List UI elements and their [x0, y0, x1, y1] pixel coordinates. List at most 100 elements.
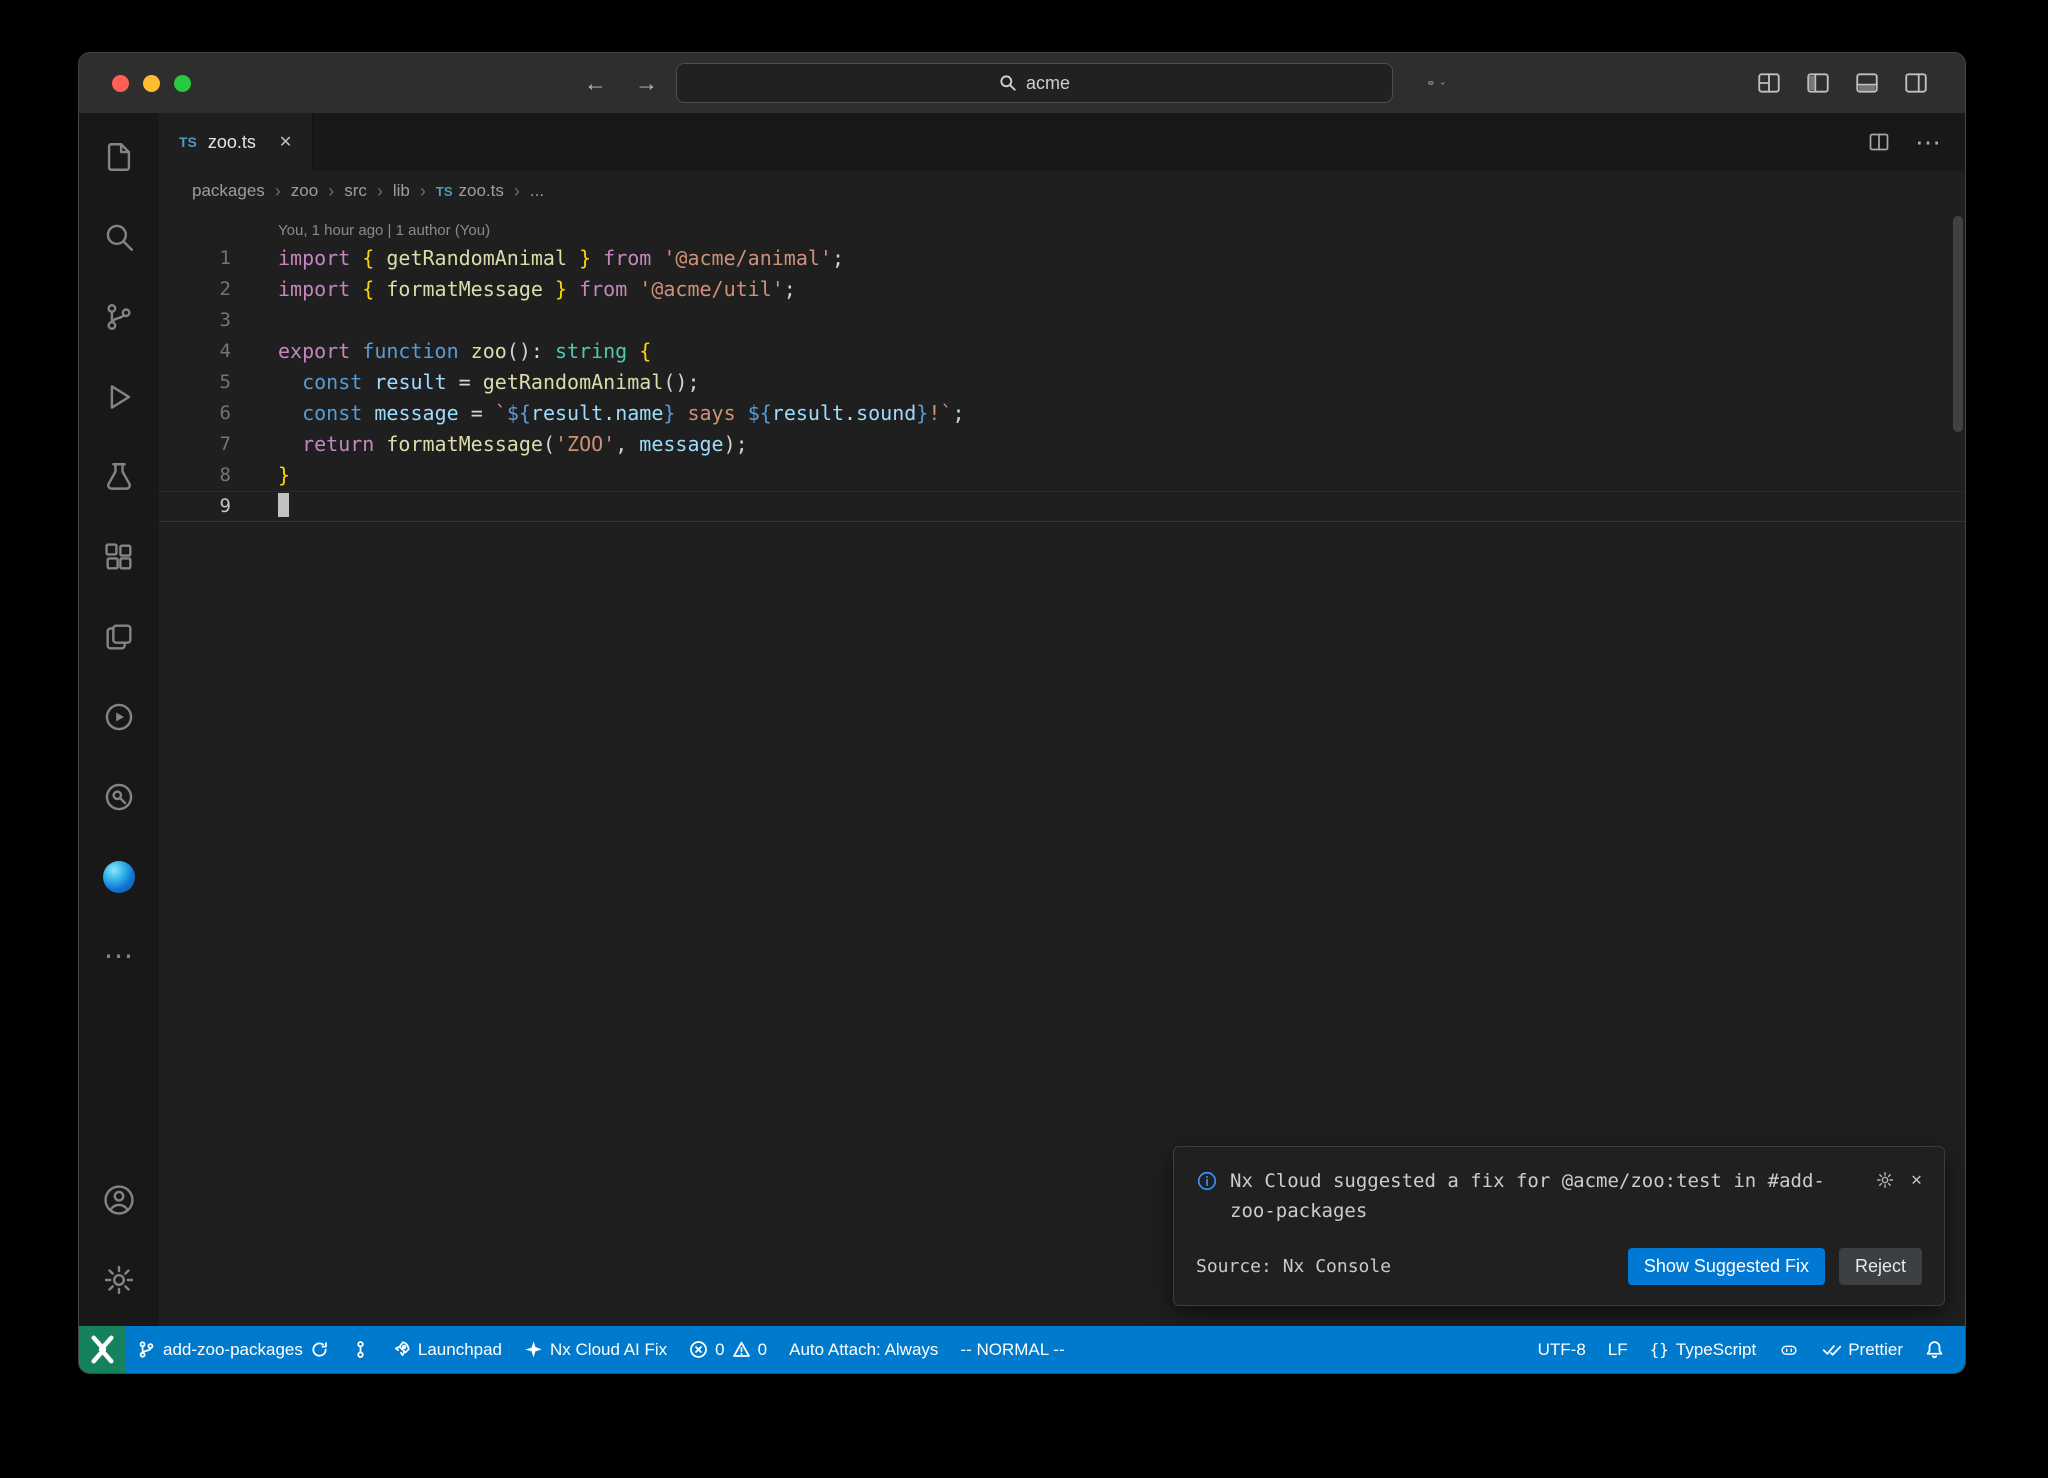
check-all-icon: [1822, 1340, 1841, 1359]
code-line[interactable]: 9: [159, 491, 1965, 522]
search-icon: [999, 74, 1017, 92]
reject-button[interactable]: Reject: [1839, 1248, 1922, 1285]
problems-item[interactable]: 0 0: [678, 1326, 778, 1373]
braces-icon: {}: [1650, 1340, 1669, 1359]
toggle-secondary-sidebar-icon[interactable]: [1903, 70, 1929, 96]
breadcrumb-item[interactable]: ...: [530, 181, 544, 201]
code-line[interactable]: 1import { getRandomAnimal } from '@acme/…: [159, 243, 1965, 274]
notification-close-icon[interactable]: ✕: [1911, 1169, 1922, 1190]
git-branch-item[interactable]: add-zoo-packages: [126, 1326, 340, 1373]
code-line[interactable]: 4export function zoo(): string {: [159, 336, 1965, 367]
code-line[interactable]: 2import { formatMessage } from '@acme/ut…: [159, 274, 1965, 305]
settings-gear-icon[interactable]: [79, 1240, 159, 1320]
source-control-graph-item[interactable]: [340, 1326, 381, 1373]
edge-browser-icon[interactable]: [79, 837, 159, 917]
vscode-window: ← → acme: [78, 52, 1966, 1374]
nx-cloud-fix-item[interactable]: Nx Cloud AI Fix: [513, 1326, 678, 1373]
code-line[interactable]: 5 const result = getRandomAnimal();: [159, 367, 1965, 398]
remote-indicator[interactable]: [79, 1326, 126, 1373]
commit-graph-icon: [351, 1340, 370, 1359]
bell-icon: [1925, 1340, 1944, 1359]
vim-mode-item[interactable]: -- NORMAL --: [949, 1326, 1075, 1373]
line-number: 1: [159, 243, 231, 274]
copilot-menu[interactable]: [1427, 53, 1445, 113]
show-suggested-fix-button[interactable]: Show Suggested Fix: [1628, 1248, 1825, 1285]
ai-sparkle-icon: [524, 1340, 543, 1359]
line-number: 2: [159, 274, 231, 305]
launchpad-label: Launchpad: [418, 1340, 502, 1360]
explorer-icon[interactable]: [79, 117, 159, 197]
warning-icon: [732, 1340, 751, 1359]
zoom-window-button[interactable]: [174, 75, 191, 92]
auto-attach-label: Auto Attach: Always: [789, 1340, 938, 1360]
line-number: 6: [159, 398, 231, 429]
traffic-lights: [112, 75, 191, 92]
customize-layout-icon[interactable]: [1756, 70, 1782, 96]
extensions-icon[interactable]: [79, 517, 159, 597]
gitlens-blame-text[interactable]: You, 1 hour ago | 1 author (You): [278, 222, 490, 239]
copilot-icon: [1778, 1339, 1800, 1361]
breadcrumb: packages›zoo›src›lib›TSzoo.ts›...: [159, 171, 1965, 211]
search-icon[interactable]: [79, 197, 159, 277]
code-line[interactable]: 3: [159, 305, 1965, 336]
tab-label: zoo.ts: [208, 132, 256, 153]
testing-icon[interactable]: [79, 437, 159, 517]
text-cursor: [278, 493, 289, 517]
search-value: acme: [1026, 73, 1070, 94]
auto-attach-item[interactable]: Auto Attach: Always: [778, 1326, 949, 1373]
source-control-icon[interactable]: [79, 277, 159, 357]
launchpad-item[interactable]: Launchpad: [381, 1326, 513, 1373]
gitlens-blame-row[interactable]: 0 You, 1 hour ago | 1 author (You): [159, 217, 1965, 243]
eol-label: LF: [1608, 1340, 1628, 1360]
breadcrumb-item[interactable]: packages: [192, 181, 265, 201]
command-center-search[interactable]: acme: [676, 63, 1393, 103]
back-icon[interactable]: ←: [584, 70, 607, 97]
chevron-right-icon: ›: [328, 181, 334, 202]
more-views-icon[interactable]: ⋯: [79, 917, 159, 997]
remote-explorer-icon[interactable]: [79, 597, 159, 677]
toggle-panel-icon[interactable]: [1854, 70, 1880, 96]
line-number: 9: [159, 491, 231, 522]
tab-zoo-ts[interactable]: TS zoo.ts ✕: [159, 113, 313, 171]
notifications-bell-item[interactable]: [1914, 1326, 1955, 1373]
line-number: 8: [159, 460, 231, 491]
code-editor[interactable]: 0 You, 1 hour ago | 1 author (You) 1impo…: [159, 211, 1965, 1326]
error-icon: [689, 1340, 708, 1359]
copilot-icon: [1427, 79, 1435, 87]
notification-settings-gear-icon[interactable]: [1875, 1170, 1895, 1190]
breadcrumb-item[interactable]: src: [344, 181, 367, 201]
run-and-debug-icon[interactable]: [79, 357, 159, 437]
line-number: 7: [159, 429, 231, 460]
formatter-item[interactable]: Prettier: [1811, 1326, 1914, 1373]
branch-name: add-zoo-packages: [163, 1340, 303, 1360]
git-branch-icon: [137, 1340, 156, 1359]
notification-message: Nx Cloud suggested a fix for @acme/zoo:t…: [1230, 1167, 1863, 1226]
chevron-right-icon: ›: [377, 181, 383, 202]
editor-more-actions-icon[interactable]: ⋯: [1915, 137, 1941, 147]
editor-scrollbar[interactable]: [1953, 216, 1963, 432]
chevron-down-icon: [1440, 77, 1445, 90]
copilot-status-item[interactable]: [1767, 1326, 1811, 1373]
accounts-icon[interactable]: [79, 1160, 159, 1240]
forward-icon[interactable]: →: [635, 70, 658, 97]
code-line[interactable]: 7 return formatMessage('ZOO', message);: [159, 429, 1965, 460]
code-line[interactable]: 8}: [159, 460, 1965, 491]
breadcrumb-item[interactable]: lib: [393, 181, 410, 201]
toggle-sidebar-icon[interactable]: [1805, 70, 1831, 96]
close-window-button[interactable]: [112, 75, 129, 92]
close-tab-icon[interactable]: ✕: [279, 132, 292, 152]
breadcrumb-item[interactable]: TSzoo.ts: [436, 181, 504, 201]
eol-item[interactable]: LF: [1597, 1326, 1639, 1373]
nx-cloud-icon[interactable]: [79, 757, 159, 837]
line-number: 4: [159, 336, 231, 367]
nx-console-icon[interactable]: [79, 677, 159, 757]
minimize-window-button[interactable]: [143, 75, 160, 92]
language-mode-item[interactable]: {} TypeScript: [1639, 1326, 1768, 1373]
code-lines: 1import { getRandomAnimal } from '@acme/…: [159, 243, 1965, 522]
code-line[interactable]: 6 const message = `${result.name} says $…: [159, 398, 1965, 429]
warning-count: 0: [758, 1340, 767, 1360]
encoding-item[interactable]: UTF-8: [1527, 1326, 1597, 1373]
error-count: 0: [715, 1340, 724, 1360]
split-editor-icon[interactable]: [1867, 130, 1891, 154]
breadcrumb-item[interactable]: zoo: [291, 181, 318, 201]
